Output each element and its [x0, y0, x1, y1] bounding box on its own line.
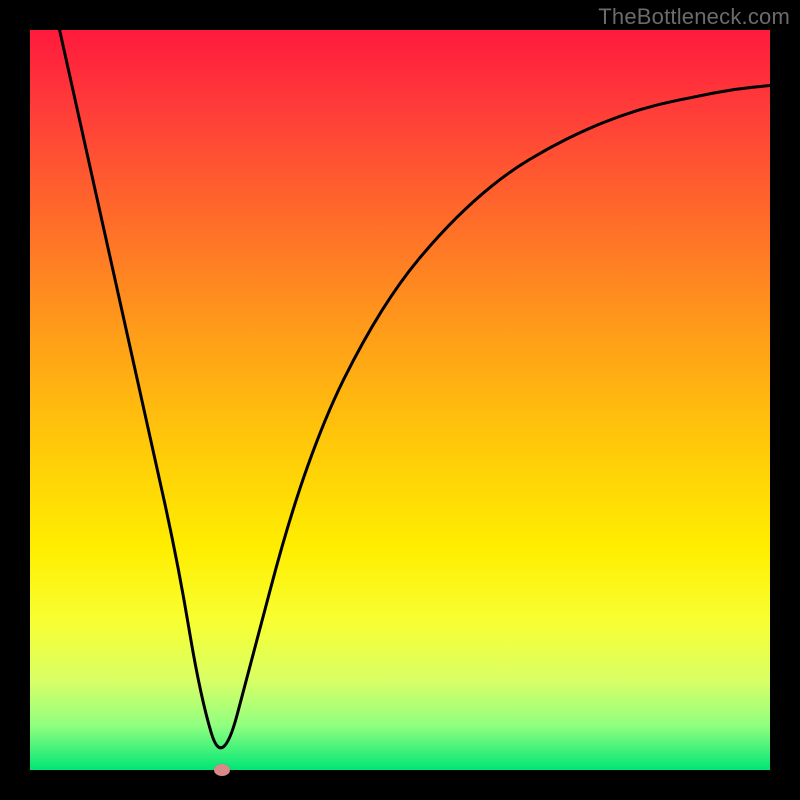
watermark-text: TheBottleneck.com	[598, 4, 790, 30]
chart-container: TheBottleneck.com	[0, 0, 800, 800]
plot-area	[30, 30, 770, 770]
minimum-marker	[214, 764, 230, 776]
bottleneck-curve	[30, 30, 770, 770]
